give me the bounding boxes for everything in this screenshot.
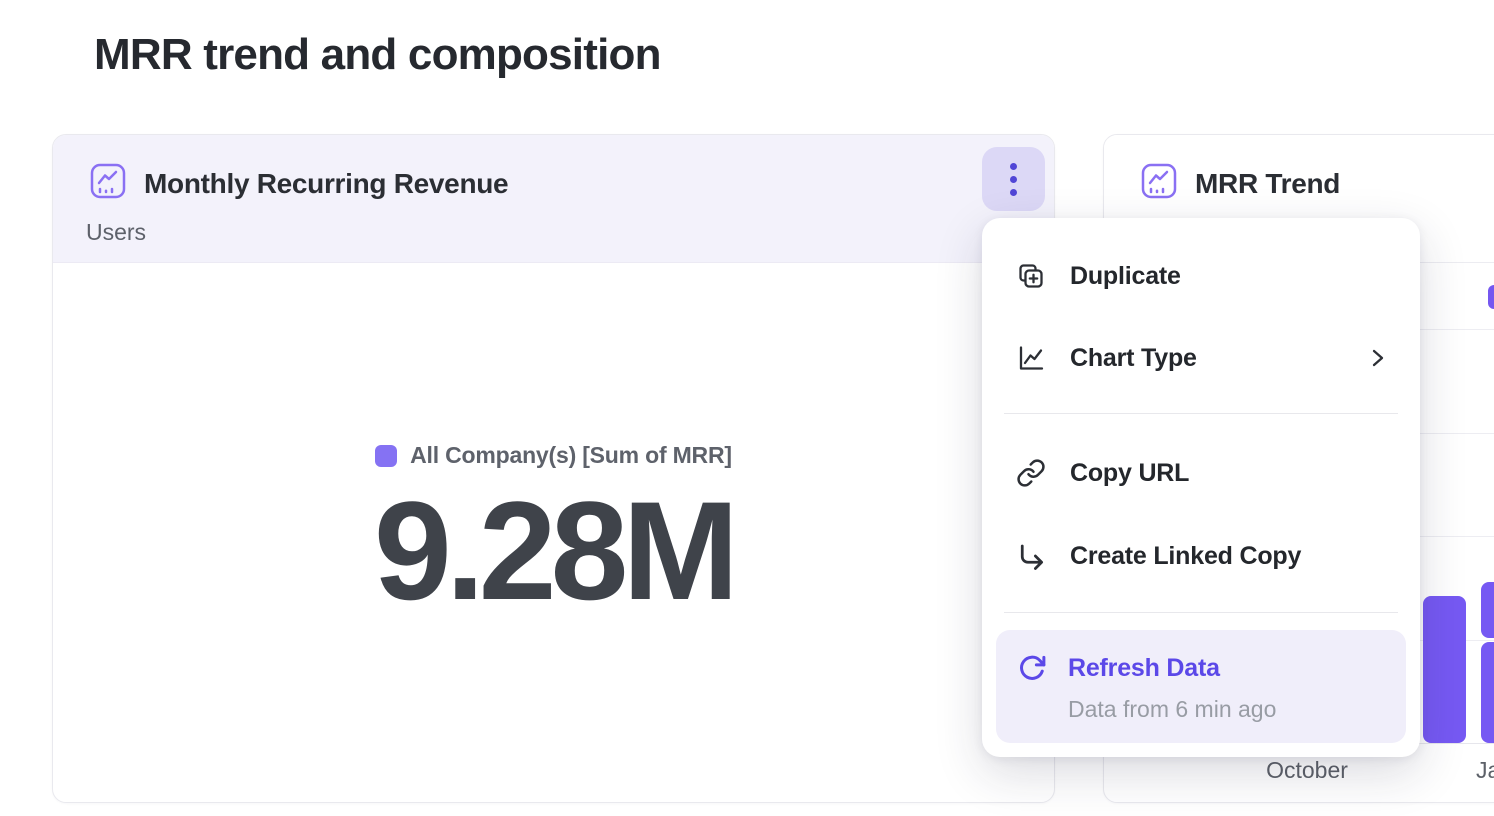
- menu-item-label: Copy URL: [1070, 459, 1189, 488]
- kpi-legend: All Company(s) [Sum of MRR]: [53, 442, 1054, 469]
- refresh-data-age: Data from 6 min ago: [1068, 696, 1276, 723]
- legend-swatch: [375, 445, 397, 467]
- menu-item-duplicate[interactable]: Duplicate: [1016, 252, 1390, 300]
- line-chart-in-square-icon: [89, 162, 127, 200]
- kebab-vertical-dots-icon: [1010, 163, 1017, 196]
- bar[interactable]: [1423, 596, 1466, 743]
- link-icon: [1016, 458, 1046, 488]
- legend-label: All Company(s) [Sum of MRR]: [410, 442, 732, 469]
- mrr-card-subtitle: Users: [86, 219, 146, 246]
- kpi-value: 9.28M: [53, 481, 1054, 621]
- x-tick-label: October: [1254, 757, 1360, 784]
- linked-copy-icon: [1016, 541, 1046, 571]
- card-menu-button[interactable]: [982, 147, 1045, 211]
- chart-type-icon: [1016, 343, 1046, 373]
- menu-item-label: Refresh Data: [1068, 654, 1220, 683]
- x-tick-label: Ja: [1476, 757, 1494, 784]
- bar-segment[interactable]: [1481, 582, 1494, 638]
- menu-item-chart-type[interactable]: Chart Type: [1016, 334, 1390, 382]
- line-chart-in-square-icon: [1140, 162, 1178, 200]
- mrr-card-title: Monthly Recurring Revenue: [144, 168, 508, 200]
- menu-item-label: Create Linked Copy: [1070, 542, 1301, 571]
- menu-item-label: Chart Type: [1070, 344, 1197, 373]
- refresh-icon: [1017, 653, 1047, 683]
- card-context-menu: Duplicate Chart Type Copy URL: [982, 218, 1420, 757]
- mrr-card: Monthly Recurring Revenue Users All Comp…: [52, 134, 1055, 803]
- menu-item-copy-url[interactable]: Copy URL: [1016, 449, 1390, 497]
- bar-segment[interactable]: [1481, 642, 1494, 743]
- menu-item-label: Duplicate: [1070, 262, 1181, 291]
- menu-divider: [1004, 413, 1398, 414]
- trend-legend-swatch: [1488, 285, 1494, 309]
- chevron-right-icon: [1364, 345, 1390, 371]
- menu-item-refresh-data[interactable]: Refresh Data Data from 6 min ago: [996, 630, 1406, 743]
- duplicate-icon: [1016, 261, 1046, 291]
- mrr-card-header: Monthly Recurring Revenue Users: [53, 135, 1054, 263]
- menu-item-create-linked-copy[interactable]: Create Linked Copy: [1016, 532, 1390, 580]
- page-title: MRR trend and composition: [94, 30, 661, 80]
- menu-divider: [1004, 612, 1398, 613]
- mrr-trend-card-title: MRR Trend: [1195, 168, 1340, 200]
